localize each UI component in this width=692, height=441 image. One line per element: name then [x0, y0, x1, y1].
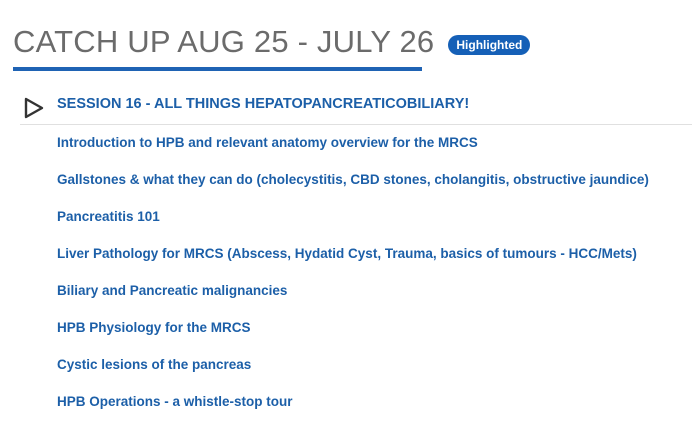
lesson-link[interactable]: Introduction to HPB and relevant anatomy…	[57, 133, 649, 170]
session-row[interactable]: SESSION 16 - ALL THINGS HEPATOPANCREATIC…	[20, 92, 692, 125]
title-underline	[13, 67, 422, 71]
lesson-link[interactable]: Biliary and Pancreatic malignancies	[57, 281, 649, 318]
lesson-link[interactable]: Liver Pathology for MRCS (Abscess, Hydat…	[57, 244, 649, 281]
session-title[interactable]: SESSION 16 - ALL THINGS HEPATOPANCREATIC…	[57, 96, 469, 112]
play-icon[interactable]	[23, 96, 45, 120]
lesson-link[interactable]: Cystic lesions of the pancreas	[57, 355, 649, 392]
lesson-link[interactable]: Gallstones & what they can do (cholecyst…	[57, 170, 649, 207]
section-header: CATCH UP AUG 25 - JULY 26 Highlighted	[13, 24, 531, 60]
lesson-list: Introduction to HPB and relevant anatomy…	[57, 133, 649, 429]
page: CATCH UP AUG 25 - JULY 26 Highlighted SE…	[0, 0, 692, 441]
lesson-link[interactable]: HPB Operations - a whistle-stop tour	[57, 392, 649, 429]
section-title: CATCH UP AUG 25 - JULY 26	[13, 24, 435, 59]
lesson-link[interactable]: HPB Physiology for the MRCS	[57, 318, 649, 355]
lesson-link[interactable]: Pancreatitis 101	[57, 207, 649, 244]
highlighted-badge: Highlighted	[448, 34, 531, 55]
